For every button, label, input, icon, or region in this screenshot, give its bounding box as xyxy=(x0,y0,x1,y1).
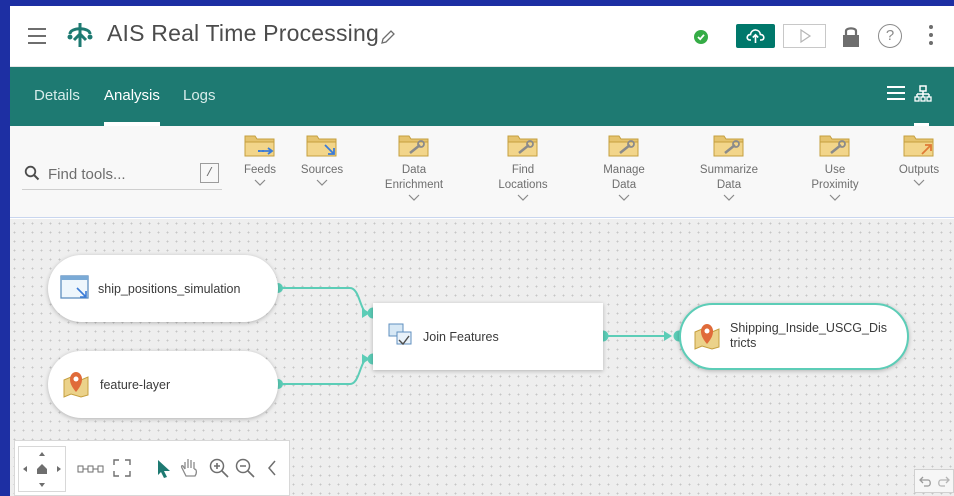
tool-label: Find xyxy=(511,164,535,176)
chevron-down-icon xyxy=(254,179,266,186)
node-shipping-inside-uscg-districts[interactable]: Shipping_Inside_USCG_Dis tricts xyxy=(679,303,909,370)
search-shortcut-key: / xyxy=(200,163,219,183)
folder-outputs-icon xyxy=(903,135,934,157)
node-label: Join Features xyxy=(423,330,499,344)
undo-icon[interactable] xyxy=(919,474,933,488)
tool-label-line2: Data xyxy=(611,179,637,191)
folder-feeds-icon xyxy=(244,135,275,157)
zoom-out-icon[interactable] xyxy=(235,458,255,478)
publish-button[interactable] xyxy=(736,24,775,48)
run-button[interactable] xyxy=(783,24,826,48)
fit-layout-icon[interactable] xyxy=(77,464,105,474)
app-header: AIS Real Time Processing ? xyxy=(10,6,954,67)
feed-icon xyxy=(60,275,89,299)
chevron-down-icon xyxy=(408,194,420,201)
pan-pad[interactable] xyxy=(18,446,66,492)
fullscreen-icon[interactable] xyxy=(112,458,132,478)
canvas-controls xyxy=(14,440,290,496)
help-icon[interactable]: ? xyxy=(878,24,902,48)
folder-wrench-icon xyxy=(398,135,429,157)
app-logo-icon xyxy=(67,23,93,47)
tool-summarize-data[interactable]: Summarize Data xyxy=(689,132,769,201)
tab-details[interactable]: Details xyxy=(34,87,80,104)
folder-sources-icon xyxy=(306,135,337,157)
play-icon xyxy=(800,29,812,43)
more-vertical-icon[interactable] xyxy=(928,25,934,47)
zoom-in-icon[interactable] xyxy=(209,458,229,478)
analysis-canvas[interactable]: ship_positions_simulation feature-layer … xyxy=(10,219,954,496)
cloud-upload-icon xyxy=(746,29,765,43)
wire-layer-to-join xyxy=(278,358,369,385)
undo-redo-box xyxy=(914,469,954,493)
app-window: AIS Real Time Processing ? Details Analy… xyxy=(10,6,954,496)
tool-label: Outputs xyxy=(898,164,940,176)
page-title: AIS Real Time Processing xyxy=(107,20,379,46)
pan-hand-icon[interactable] xyxy=(180,457,200,479)
search-input[interactable] xyxy=(48,162,188,186)
tool-label-line2: Locations xyxy=(498,179,548,191)
tool-use-proximity[interactable]: Use Proximity xyxy=(795,132,875,201)
node-label: feature-layer xyxy=(100,378,171,392)
node-label: Shipping_Inside_USCG_Dis xyxy=(730,321,888,335)
list-view-icon[interactable] xyxy=(887,86,905,102)
map-pin-icon xyxy=(694,324,720,350)
status-ok-icon xyxy=(694,30,708,44)
tool-sources[interactable]: Sources xyxy=(282,132,362,186)
folder-wrench-icon xyxy=(819,135,850,157)
tool-label: Use xyxy=(824,164,846,176)
node-ship-positions-simulation[interactable]: ship_positions_simulation xyxy=(48,255,278,322)
lock-icon[interactable] xyxy=(841,24,861,48)
pan-arrows-icon xyxy=(23,452,61,487)
analytic-tabs-bar: Details Analysis Logs xyxy=(10,67,954,126)
diagram-view-icon[interactable] xyxy=(914,85,932,103)
arrowhead xyxy=(664,331,672,341)
tool-label-line2: Enrichment xyxy=(384,179,444,191)
map-pin-icon xyxy=(63,372,89,398)
tab-analysis[interactable]: Analysis xyxy=(104,87,160,104)
chevron-down-icon xyxy=(618,194,630,201)
tool-find-locations[interactable]: Find Locations xyxy=(483,132,563,201)
tool-outputs[interactable]: Outputs xyxy=(879,132,954,186)
tool-data-enrichment[interactable]: Data Enrichment xyxy=(374,132,454,201)
hamburger-icon[interactable] xyxy=(28,28,46,44)
chevron-down-icon xyxy=(316,179,328,186)
collapse-icon[interactable] xyxy=(267,460,277,476)
tool-label: Manage xyxy=(603,164,645,176)
chevron-down-icon xyxy=(517,194,529,201)
tool-label: Sources xyxy=(300,164,344,176)
chevron-down-icon xyxy=(913,179,925,186)
folder-wrench-icon xyxy=(507,135,538,157)
node-label-line2: tricts xyxy=(730,336,757,350)
node-join-features[interactable]: Join Features xyxy=(373,303,603,370)
chevron-down-icon xyxy=(829,194,841,201)
select-arrow-icon[interactable] xyxy=(156,459,172,479)
pencil-icon[interactable] xyxy=(379,28,397,46)
wire-source-to-join xyxy=(278,287,369,314)
tool-label: Summarize xyxy=(699,164,759,176)
tab-logs[interactable]: Logs xyxy=(183,87,216,104)
chevron-down-icon xyxy=(723,194,735,201)
node-label: ship_positions_simulation xyxy=(98,282,241,296)
tools-toolbar: / Feeds Sources xyxy=(10,126,954,218)
tool-manage-data[interactable]: Manage Data xyxy=(584,132,664,201)
redo-icon[interactable] xyxy=(936,474,950,488)
folder-wrench-icon xyxy=(608,135,639,157)
find-tools-search: / xyxy=(22,159,222,190)
tool-label-line2: Data xyxy=(716,179,742,191)
join-features-icon xyxy=(388,323,412,346)
node-feature-layer[interactable]: feature-layer xyxy=(48,351,278,418)
folder-wrench-icon xyxy=(713,135,744,157)
tool-label: Data xyxy=(401,164,427,176)
tool-label-line2: Proximity xyxy=(811,179,859,191)
search-icon xyxy=(24,165,40,181)
